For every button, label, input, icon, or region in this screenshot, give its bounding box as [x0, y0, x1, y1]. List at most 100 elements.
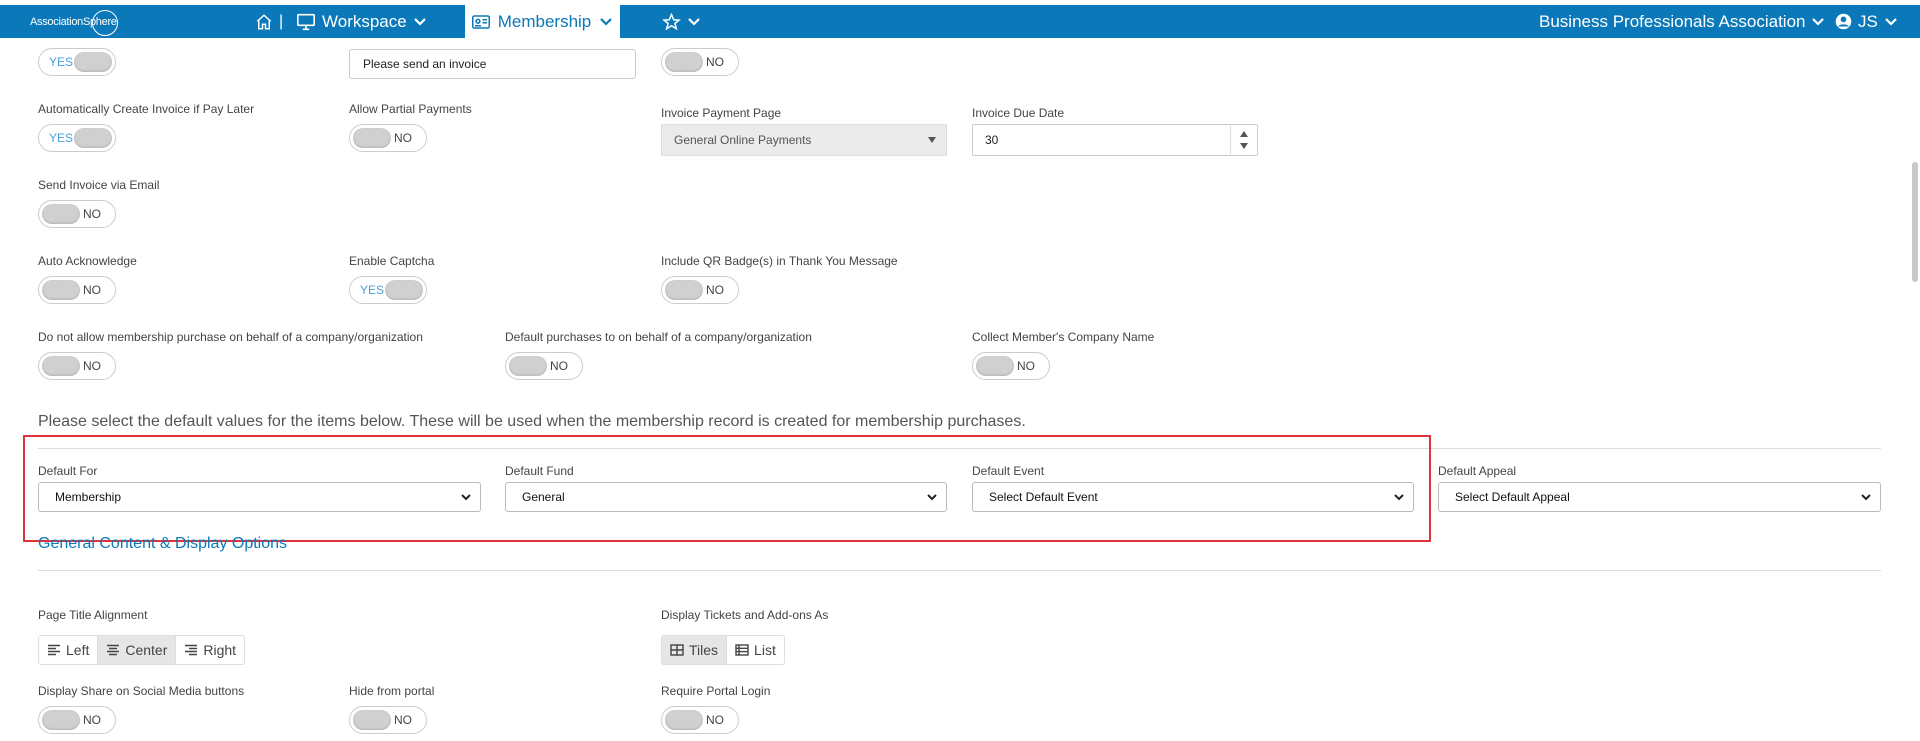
star-icon: [662, 12, 681, 30]
auto-invoice-label: Automatically Create Invoice if Pay Late…: [38, 102, 255, 116]
no-company-purchase-toggle[interactable]: NO: [38, 352, 116, 380]
auto-invoice-toggle[interactable]: YES: [38, 124, 116, 152]
home-link[interactable]: |: [255, 5, 283, 38]
qr-badge-toggle[interactable]: NO: [661, 276, 739, 304]
toggle-knob: [665, 280, 703, 300]
pay-later-label-input[interactable]: Please send an invoice: [349, 49, 636, 79]
monitor-icon: [297, 13, 315, 30]
scrollbar-thumb[interactable]: [1912, 162, 1918, 282]
toggle-knob: [509, 356, 547, 376]
list-text: List: [754, 642, 776, 658]
home-icon: [256, 13, 272, 29]
default-appeal-select[interactable]: Select Default Appeal: [1438, 482, 1881, 512]
id-card-icon: [471, 14, 490, 29]
toggle-knob: [353, 710, 391, 730]
align-center-text: Center: [125, 642, 168, 658]
decrement-icon[interactable]: [1240, 143, 1248, 149]
due-date-label: Invoice Due Date: [972, 106, 1065, 120]
organization-name: Business Professionals Association: [1539, 12, 1806, 31]
send-invoice-label: Send Invoice via Email: [38, 178, 160, 192]
chevron-down-icon: [688, 17, 700, 26]
toggle-text: NO: [1017, 359, 1035, 373]
chevron-down-icon: [1861, 494, 1871, 501]
app-logo[interactable]: AssociationSphere: [30, 8, 130, 36]
align-left-icon: [48, 644, 60, 656]
chevron-down-icon: [600, 17, 613, 26]
collect-company-toggle[interactable]: NO: [972, 352, 1050, 380]
default-appeal-label: Default Appeal: [1438, 464, 1517, 478]
toggle-text: NO: [83, 713, 101, 727]
toggle-text: YES: [49, 131, 74, 145]
default-company-purchase-toggle[interactable]: NO: [505, 352, 583, 380]
toggle-knob: [976, 356, 1014, 376]
toggle-text: NO: [550, 359, 568, 373]
toggle-knob: [42, 280, 80, 300]
toggle-text: NO: [394, 131, 412, 145]
defaults-intro-text: Please select the default values for the…: [38, 413, 1026, 430]
align-left-button[interactable]: Left: [39, 636, 99, 664]
auto-acknowledge-label: Auto Acknowledge: [38, 254, 137, 268]
user-menu[interactable]: JS: [1835, 5, 1898, 38]
membership-menu[interactable]: Membership: [465, 5, 620, 38]
favorites-menu[interactable]: [662, 5, 701, 38]
chevron-down-icon: [1812, 17, 1825, 26]
chevron-down-icon: [1885, 17, 1897, 26]
captcha-label: Enable Captcha: [349, 254, 435, 268]
tickets-display-label: Display Tickets and Add-ons As: [661, 608, 829, 622]
tickets-display-group: Tiles List: [661, 635, 785, 665]
portal-login-toggle[interactable]: NO: [661, 706, 739, 734]
workspace-label: Workspace: [322, 12, 407, 31]
toggle-knob: [665, 52, 703, 72]
user-circle-icon: [1835, 13, 1852, 30]
toggle-text: NO: [706, 55, 724, 69]
spinner-buttons[interactable]: [1230, 125, 1257, 155]
toggle-knob: [385, 280, 423, 300]
organization-menu[interactable]: Business Professionals Association: [1539, 5, 1825, 38]
toggle-text: YES: [360, 283, 385, 297]
default-company-purchase-label: Default purchases to on behalf of a comp…: [505, 330, 812, 344]
toggle-text: NO: [83, 207, 101, 221]
display-options-title: General Content & Display Options: [38, 535, 288, 552]
toggle-text: NO: [83, 283, 101, 297]
due-date-input[interactable]: 30: [972, 124, 1258, 156]
divider: [38, 570, 1881, 571]
dropdown-arrow-icon: [928, 137, 936, 143]
logo-ring: [92, 10, 118, 36]
send-invoice-toggle[interactable]: NO: [38, 200, 116, 228]
list-icon: [735, 644, 749, 656]
toggle-text: NO: [706, 283, 724, 297]
no-company-purchase-label: Do not allow membership purchase on beha…: [38, 330, 423, 344]
align-right-button[interactable]: Right: [176, 636, 244, 664]
partial-payments-toggle[interactable]: NO: [349, 124, 427, 152]
invoice-page-label: Invoice Payment Page: [661, 106, 782, 120]
toggle-knob: [665, 710, 703, 730]
share-social-label: Display Share on Social Media buttons: [38, 684, 245, 698]
row1-toggle-3[interactable]: NO: [661, 48, 739, 76]
captcha-toggle[interactable]: YES: [349, 276, 427, 304]
partial-payments-label: Allow Partial Payments: [349, 102, 472, 116]
auto-acknowledge-toggle[interactable]: NO: [38, 276, 116, 304]
increment-icon[interactable]: [1240, 131, 1248, 137]
hide-portal-toggle[interactable]: NO: [349, 706, 427, 734]
qr-badge-label: Include QR Badge(s) in Thank You Message: [661, 254, 898, 268]
portal-login-label: Require Portal Login: [661, 684, 771, 698]
list-button[interactable]: List: [727, 636, 784, 664]
due-date-value: 30: [985, 133, 999, 147]
invoice-page-select[interactable]: General Online Payments: [661, 124, 947, 156]
hide-portal-label: Hide from portal: [349, 684, 435, 698]
align-right-text: Right: [203, 642, 237, 658]
toggle-knob: [42, 204, 80, 224]
align-left-text: Left: [66, 642, 90, 658]
row1-toggle-1[interactable]: YES: [38, 48, 116, 76]
tiles-button[interactable]: Tiles: [662, 636, 728, 664]
toggle-text: NO: [394, 713, 412, 727]
toggle-knob: [353, 128, 391, 148]
collect-company-label: Collect Member's Company Name: [972, 330, 1155, 344]
toggle-text: NO: [83, 359, 101, 373]
share-social-toggle[interactable]: NO: [38, 706, 116, 734]
toggle-knob: [74, 52, 112, 72]
align-center-button[interactable]: Center: [98, 636, 177, 664]
title-alignment-group: Left Center Right: [38, 635, 246, 665]
workspace-menu[interactable]: Workspace: [296, 5, 427, 38]
tiles-text: Tiles: [689, 642, 719, 658]
